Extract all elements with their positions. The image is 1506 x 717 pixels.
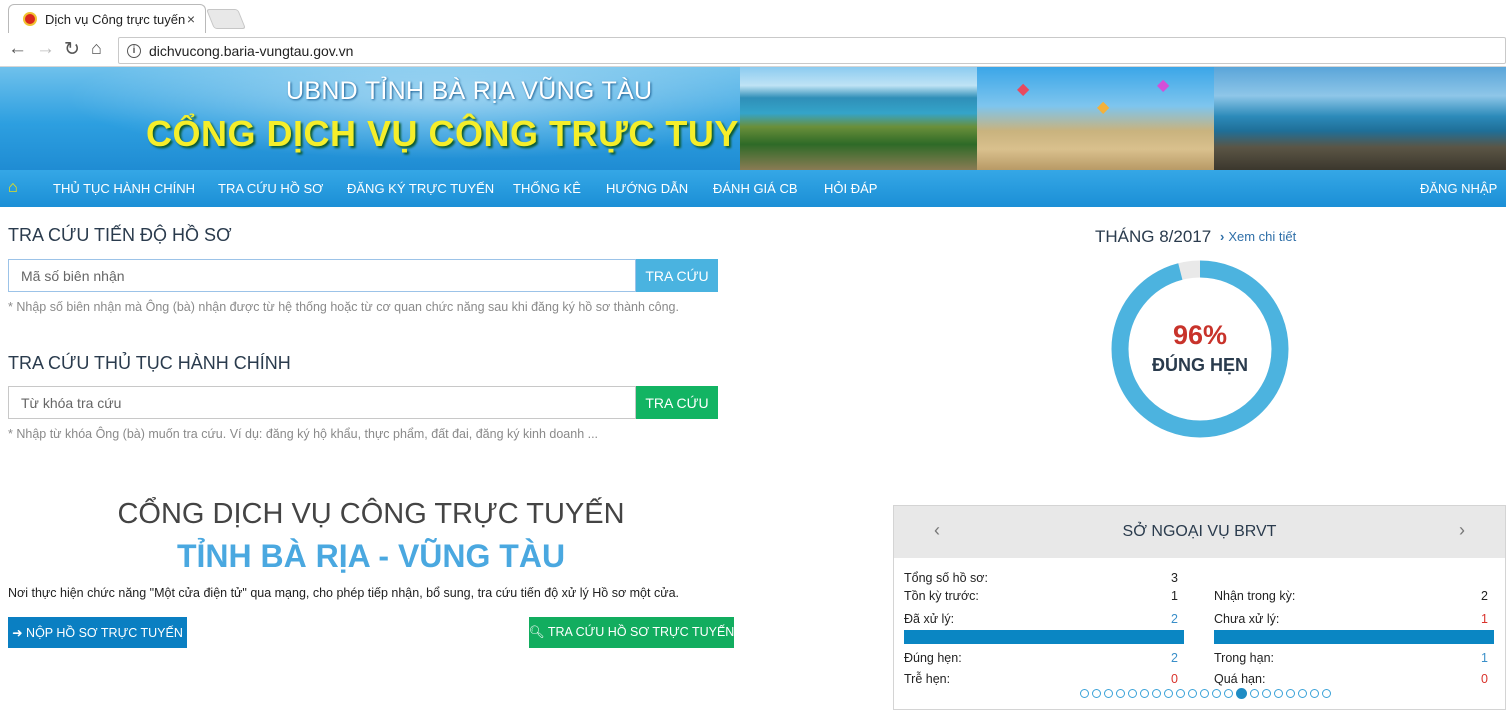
unprocessed-bar [1214,630,1494,644]
view-detail-link[interactable]: › Xem chi tiết [1220,229,1296,244]
menu-item-guide[interactable]: HƯỚNG DẪN [606,181,688,196]
carousel-dot[interactable] [1274,689,1283,698]
progress-search-title: TRA CỨU TIẾN ĐỘ HỒ SƠ [8,225,232,245]
menu-item-login[interactable]: ĐĂNG NHẬP [1420,181,1497,196]
carousel-dot[interactable] [1262,689,1271,698]
portal-subtitle: TỈNH BÀ RỊA - VŨNG TÀU [176,538,566,574]
banner-photo-kites: ◆ ◆ ◆ [977,67,1214,170]
procedure-search-hint: * Nhập từ khóa Ông (bà) muốn tra cứu. Ví… [8,427,599,441]
carousel-dot[interactable] [1200,689,1209,698]
browser-toolbar: ← → ↻ ⌂ i dichvucong.baria-vungtau.gov.v… [0,34,1506,67]
carousel-pagination [1080,688,1331,699]
reload-icon[interactable]: ↻ [64,38,80,61]
home-icon[interactable]: ⌂ [91,38,102,59]
received-label: Nhận trong kỳ: [1214,589,1296,603]
kite-icon: ◆ [1157,77,1170,94]
info-icon[interactable]: i [127,43,141,58]
new-tab-button[interactable] [205,9,247,29]
address-bar[interactable]: i dichvucong.baria-vungtau.gov.vn [118,37,1506,64]
carousel-dot[interactable] [1104,689,1113,698]
carousel-dot[interactable] [1092,689,1101,698]
ontime-count-label: Đúng hẹn: [904,651,962,665]
carousel-dot[interactable] [1286,689,1295,698]
carousel-dot[interactable] [1298,689,1307,698]
menu-item-faq[interactable]: HỎI ĐÁP [824,181,877,196]
carousel-dot[interactable] [1152,689,1161,698]
ontime-count-value: 2 [1171,651,1178,665]
carousel-dot[interactable] [1116,689,1125,698]
late-label: Trễ hẹn: [904,672,951,686]
processed-bar [904,630,1184,644]
carousel-dot[interactable] [1188,689,1197,698]
processed-value: 2 [1171,612,1178,626]
emblem-icon [23,12,37,26]
view-detail-label: Xem chi tiết [1228,229,1297,244]
kite-icon: ◆ [1017,81,1030,98]
inlimit-value: 1 [1481,651,1488,665]
late-value: 0 [1171,672,1178,686]
carousel-dot[interactable] [1128,689,1137,698]
procedure-search-title: TRA CỨU THỦ TỤC HÀNH CHÍNH [8,353,291,373]
previous-label: Tồn kỳ trước: [904,589,979,603]
carousel-dot[interactable] [1236,688,1247,699]
carousel-dot[interactable] [1250,689,1259,698]
carousel-dot[interactable] [1212,689,1221,698]
url-text: dichvucong.baria-vungtau.gov.vn [149,42,354,59]
site-banner: UBND TỈNH BÀ RỊA VŨNG TÀU CỔNG DỊCH VỤ C… [0,67,1506,170]
receipt-number-input[interactable]: Mã số biên nhận [8,259,636,292]
carousel-dot[interactable] [1310,689,1319,698]
progress-search-button[interactable]: TRA CỨU [636,259,718,292]
received-value: 2 [1481,589,1488,603]
processed-label: Đã xử lý: [904,612,955,626]
agency-name: SỞ NGOẠI VỤ BRVT [1122,523,1277,540]
carousel-dot[interactable] [1164,689,1173,698]
ontime-label: ĐÚNG HẸN [1151,355,1248,375]
carousel-dot[interactable] [1080,689,1089,698]
keyword-input[interactable]: Từ khóa tra cứu [8,386,636,419]
chevron-left-icon[interactable]: ‹ [934,520,940,541]
unprocessed-label: Chưa xử lý: [1214,612,1280,626]
home-icon[interactable]: ⌂ [8,179,18,197]
menu-item-lookup[interactable]: TRA CỨU HỒ SƠ [218,181,323,196]
browser-tab[interactable]: Dịch vụ Công trực tuyến × [8,4,206,33]
carousel-dot[interactable] [1322,689,1331,698]
previous-value: 1 [1171,589,1178,603]
unprocessed-value: 1 [1481,612,1488,626]
kite-icon: ◆ [1097,99,1110,116]
inlimit-label: Trong hạn: [1214,651,1274,665]
chevron-right-icon[interactable]: › [1459,520,1465,541]
agency-header: ‹ SỞ NGOẠI VỤ BRVT › [894,506,1505,558]
tab-title: Dịch vụ Công trực tuyến [45,11,186,27]
ontime-percent: 96% [1172,320,1228,350]
chevron-right-icon: › [1220,229,1225,244]
menu-item-statistics[interactable]: THỐNG KÊ [513,181,581,196]
portal-title: CỔNG DỊCH VỤ CÔNG TRỰC TUYẾN [117,498,625,530]
close-tab-icon[interactable]: × [187,11,195,27]
overdue-value: 0 [1481,672,1488,686]
banner-portal-title: CỔNG DỊCH VỤ CÔNG TRỰC TUYẾN [146,113,790,154]
banner-province-title: UBND TỈNH BÀ RỊA VŨNG TÀU [286,77,653,105]
carousel-dot[interactable] [1176,689,1185,698]
total-value: 3 [1171,571,1178,585]
banner-photo-coast [740,67,977,170]
total-label: Tổng số hồ sơ: [904,571,988,585]
procedure-search-button[interactable]: TRA CỨU [636,386,718,419]
menu-item-register[interactable]: ĐĂNG KÝ TRỰC TUYẾN [347,181,494,196]
menu-item-rating[interactable]: ĐÁNH GIÁ CB [713,181,798,196]
browser-tab-bar: Dịch vụ Công trực tuyến × [0,0,1506,34]
back-arrow-icon[interactable]: ← [8,38,27,60]
carousel-dot[interactable] [1140,689,1149,698]
progress-search-hint: * Nhập số biên nhận mà Ông (bà) nhận đượ… [8,300,679,314]
main-menu: ⌂ THỦ TỤC HÀNH CHÍNH TRA CỨU HỒ SƠ ĐĂNG … [0,170,1506,207]
forward-arrow-icon[interactable]: → [36,38,55,60]
agency-stats-panel: ‹ SỞ NGOẠI VỤ BRVT › [893,505,1506,710]
banner-photo-rocks [1214,67,1506,170]
stats-month: THÁNG 8/2017 [1095,227,1212,246]
menu-item-procedures[interactable]: THỦ TỤC HÀNH CHÍNH [53,181,195,196]
submit-dossier-button[interactable]: ➜ NỘP HỒ SƠ TRỰC TUYẾN [8,617,187,648]
carousel-dot[interactable] [1224,689,1233,698]
portal-description: Nơi thực hiện chức năng "Một cửa điện tử… [8,586,679,600]
overdue-label: Quá hạn: [1214,672,1266,686]
lookup-dossier-button[interactable]: 🔍︎ TRA CỨU HỒ SƠ TRỰC TUYẾN [529,617,734,648]
